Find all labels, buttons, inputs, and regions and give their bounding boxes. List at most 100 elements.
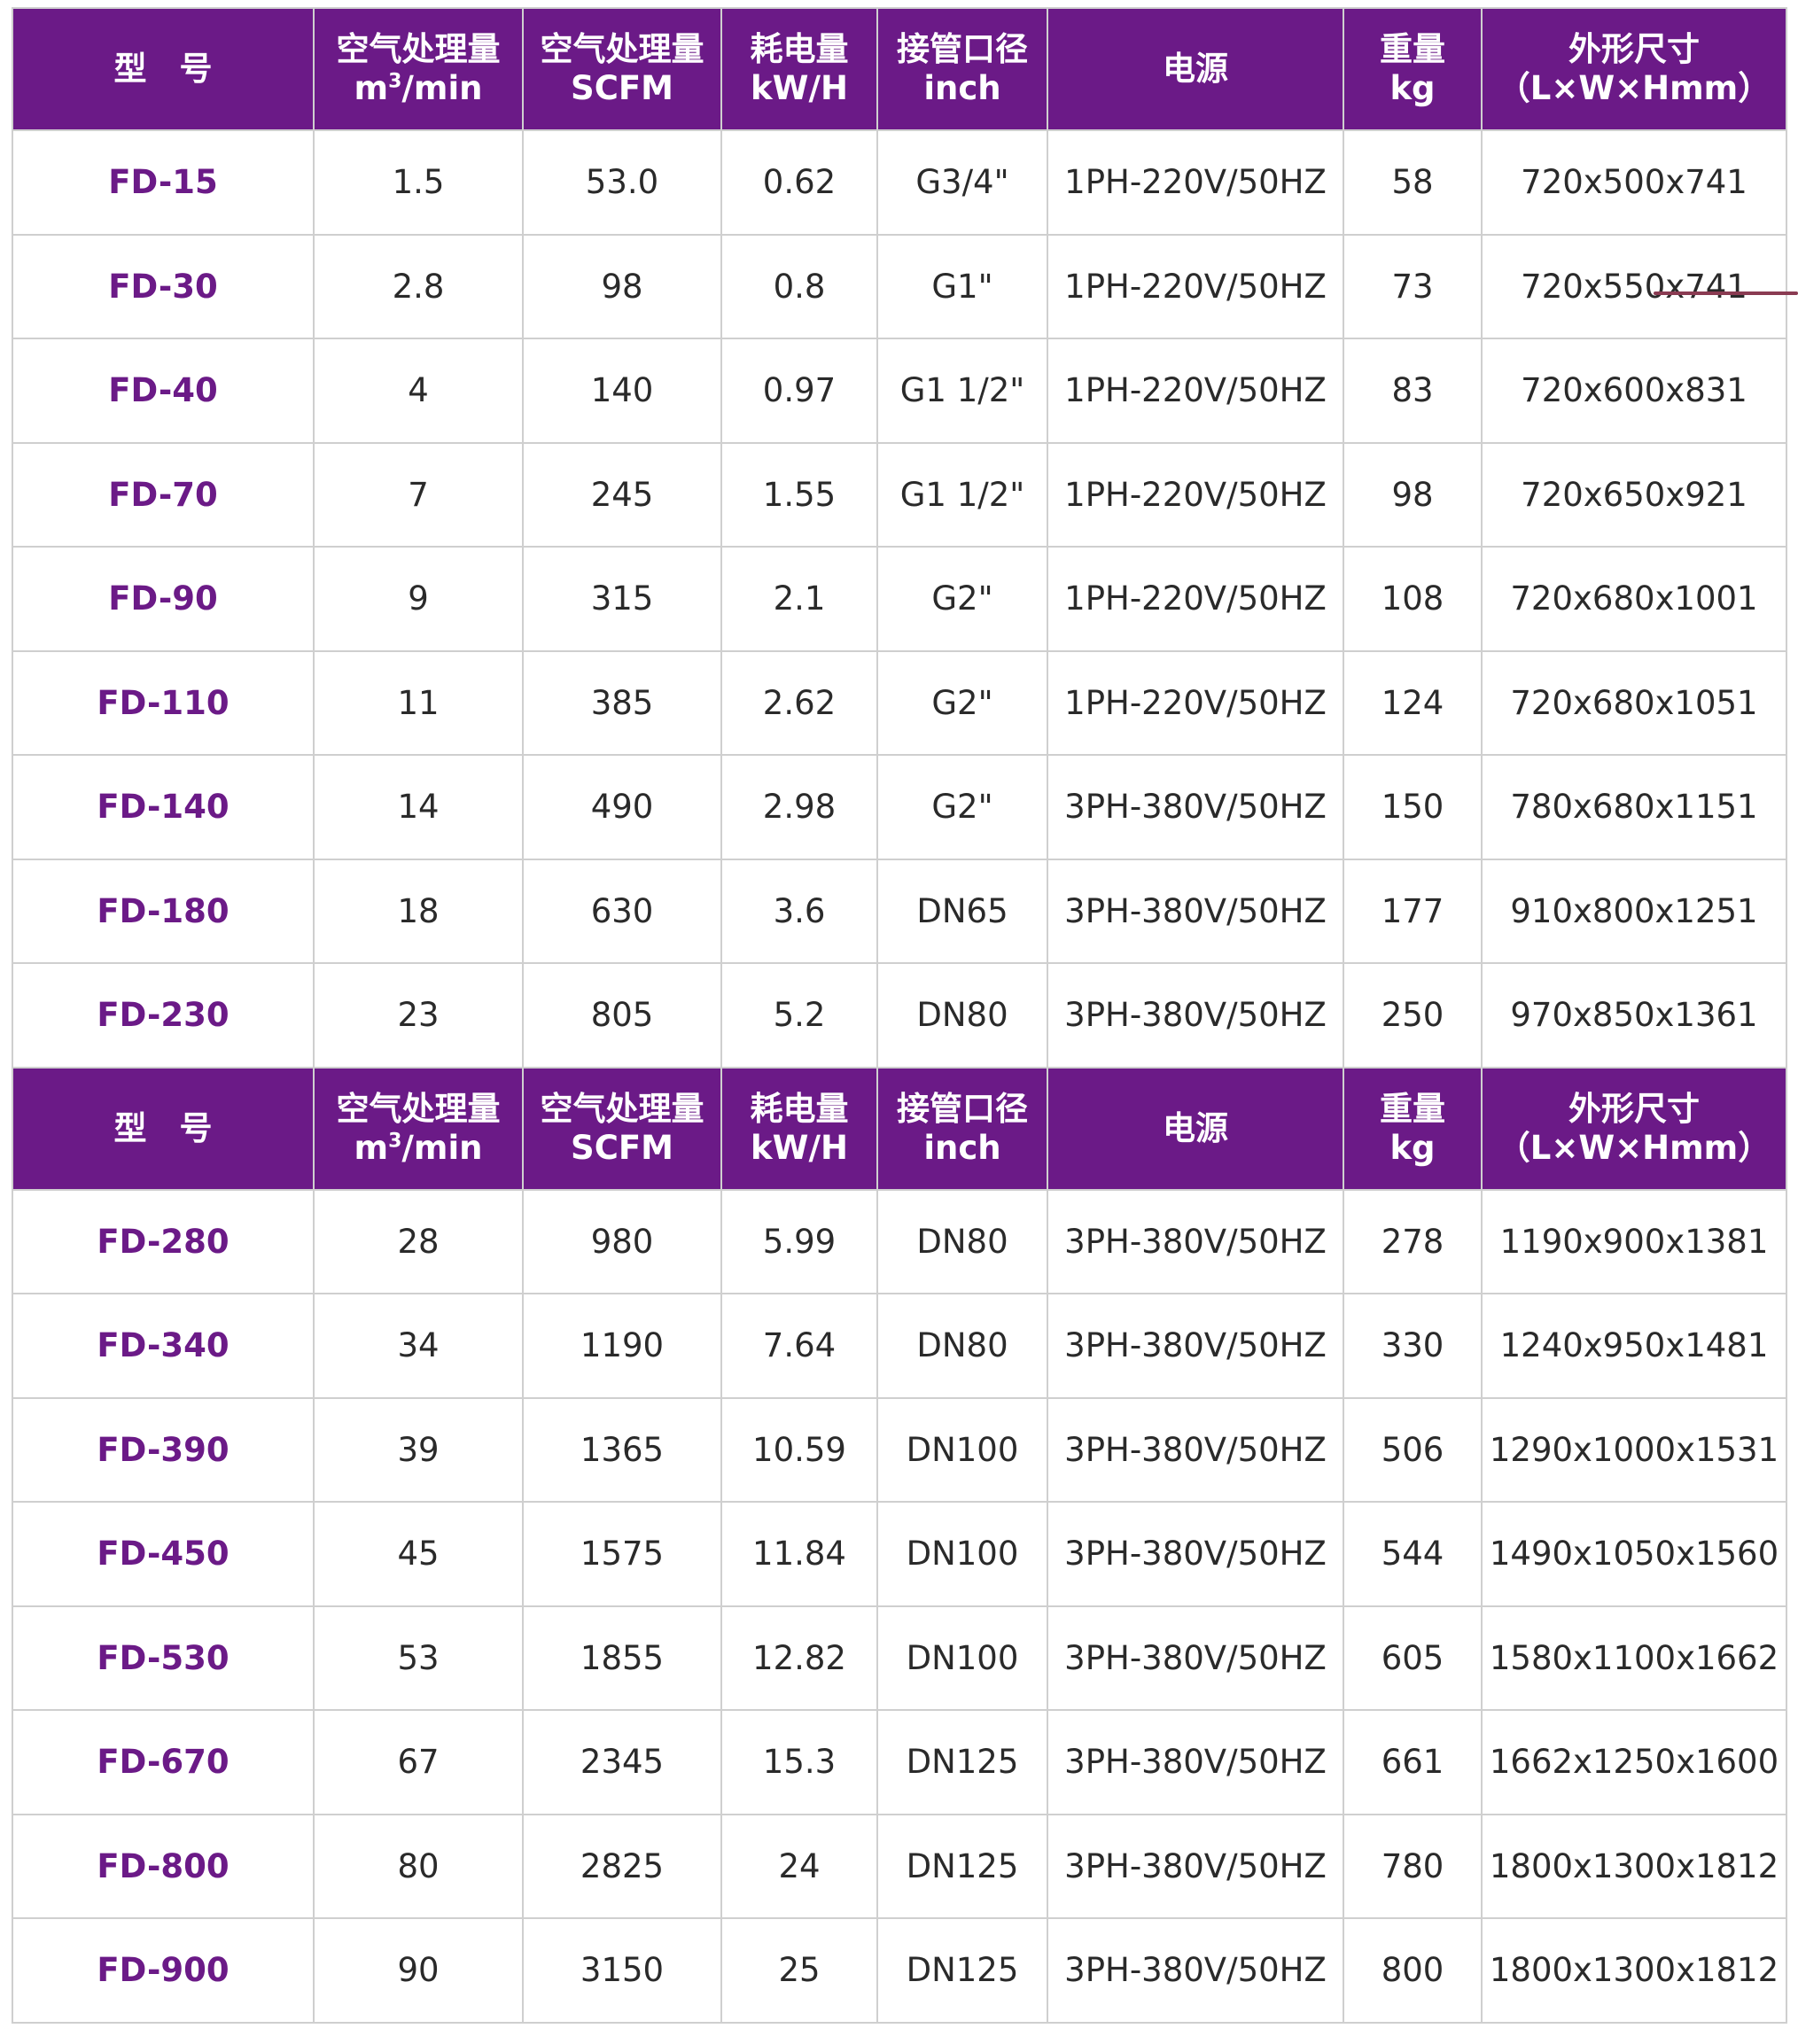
- cell-flow-scfm: 980: [522, 1188, 722, 1294]
- cell-flow-m3min: 7: [313, 441, 524, 548]
- cell-dimensions: 720x550x741: [1481, 233, 1787, 339]
- cell-flow-scfm: 1365: [522, 1396, 722, 1503]
- header-label: 型 号: [113, 50, 213, 88]
- cell-model: FD-530: [12, 1605, 315, 1711]
- cell-weight: 124: [1343, 649, 1483, 756]
- cell-model: FD-230: [12, 962, 315, 1069]
- cell-model: FD-90: [12, 546, 315, 652]
- header-label: 电源: [1163, 50, 1228, 88]
- cell-power: 15.3: [720, 1709, 878, 1815]
- table-row: FD-15 1.5 53.0 0.62 G3/4" 1PH-220V/50HZ 58 720x…: [12, 129, 1787, 236]
- cell-dimensions: 1490x1050x1560: [1481, 1501, 1787, 1607]
- cell-weight: 150: [1343, 754, 1483, 860]
- cell-power-supply: 3PH-380V/50HZ: [1047, 754, 1344, 860]
- cell-weight: 605: [1343, 1605, 1483, 1711]
- cell-dimensions: 1190x900x1381: [1481, 1188, 1787, 1294]
- cell-flow-m3min: 39: [313, 1396, 524, 1503]
- table-row: FD-900 90 3150 25 DN125 3PH-380V/50HZ 800 1800x…: [12, 1917, 1787, 2024]
- cell-weight: 780: [1343, 1813, 1483, 1919]
- cell-flow-scfm: 385: [522, 649, 722, 756]
- header-weight: 重量 kg: [1343, 7, 1483, 131]
- cell-pipe-size: DN100: [876, 1501, 1048, 1607]
- cell-model: FD-450: [12, 1501, 315, 1607]
- cell-dimensions: 1800x1300x1812: [1481, 1917, 1787, 2024]
- table-row: FD-90 9 315 2.1 G2" 1PH-220V/50HZ 108 720x680x1…: [12, 546, 1787, 652]
- cell-weight: 544: [1343, 1501, 1483, 1607]
- cell-flow-m3min: 18: [313, 858, 524, 964]
- header-model: 型 号: [12, 7, 315, 131]
- header-unit: m3/min: [354, 69, 483, 107]
- header-unit: inch: [923, 69, 1001, 107]
- header-label: 接管口径: [897, 30, 1028, 68]
- cell-power-supply: 1PH-220V/50HZ: [1047, 129, 1344, 236]
- header-flow-m3min: 空气处理量 m3/min: [313, 1066, 524, 1191]
- header-power-supply: 电源: [1047, 7, 1344, 131]
- table-row: FD-800 80 2825 24 DN125 3PH-380V/50HZ 780 1800x…: [12, 1813, 1787, 1919]
- cell-power-supply: 3PH-380V/50HZ: [1047, 1917, 1344, 2024]
- cell-power-supply: 3PH-380V/50HZ: [1047, 962, 1344, 1069]
- cell-pipe-size: DN125: [876, 1709, 1048, 1815]
- header-row-1: 型 号空气处理量 m3/min 空气处理量 SCFM 耗电量 kW/H 接管口径 inch 电源…: [12, 7, 1787, 131]
- cell-model: FD-70: [12, 441, 315, 548]
- cell-weight: 250: [1343, 962, 1483, 1069]
- header-row-2: 型 号空气处理量 m3/min 空气处理量 SCFM 耗电量 kW/H 接管口径 inch 电源…: [12, 1066, 1787, 1191]
- cell-pipe-size: DN80: [876, 1188, 1048, 1294]
- cell-power: 2.62: [720, 649, 878, 756]
- cell-pipe-size: G3/4": [876, 129, 1048, 236]
- cell-power-supply: 3PH-380V/50HZ: [1047, 858, 1344, 964]
- cell-model: FD-670: [12, 1709, 315, 1815]
- cell-power-supply: 1PH-220V/50HZ: [1047, 338, 1344, 444]
- header-label: 耗电量: [750, 1089, 849, 1128]
- table-row: FD-670 67 2345 15.3 DN125 3PH-380V/50HZ 661 166…: [12, 1709, 1787, 1815]
- header-label: 型 号: [113, 1108, 213, 1147]
- cell-flow-scfm: 98: [522, 233, 722, 339]
- cell-power: 7.64: [720, 1293, 878, 1399]
- cell-flow-m3min: 9: [313, 546, 524, 652]
- header-unit: SCFM: [571, 1128, 673, 1167]
- cell-model: FD-340: [12, 1293, 315, 1399]
- cell-flow-scfm: 490: [522, 754, 722, 860]
- cell-model: FD-390: [12, 1396, 315, 1503]
- cell-dimensions: 720x680x1001: [1481, 546, 1787, 652]
- header-label: 耗电量: [750, 30, 849, 68]
- cell-power: 10.59: [720, 1396, 878, 1503]
- cell-power: 0.62: [720, 129, 878, 236]
- cell-flow-m3min: 45: [313, 1501, 524, 1607]
- header-pipe-size: 接管口径 inch: [876, 1066, 1048, 1191]
- table-row: FD-180 18 630 3.6 DN65 3PH-380V/50HZ 177 910x80…: [12, 858, 1787, 964]
- cell-power: 3.6: [720, 858, 878, 964]
- cell-model: FD-110: [12, 649, 315, 756]
- cell-weight: 98: [1343, 441, 1483, 548]
- cell-power-supply: 3PH-380V/50HZ: [1047, 1501, 1344, 1607]
- cell-weight: 506: [1343, 1396, 1483, 1503]
- cell-flow-m3min: 1.5: [313, 129, 524, 236]
- cell-weight: 330: [1343, 1293, 1483, 1399]
- cell-flow-scfm: 245: [522, 441, 722, 548]
- cell-model: FD-180: [12, 858, 315, 964]
- cell-flow-scfm: 53.0: [522, 129, 722, 236]
- cell-flow-m3min: 34: [313, 1293, 524, 1399]
- cell-dimensions: 720x680x1051: [1481, 649, 1787, 756]
- table-row: FD-70 7 245 1.55 G1 1/2" 1PH-220V/50HZ 98 720x6…: [12, 441, 1787, 548]
- cell-power-supply: 1PH-220V/50HZ: [1047, 233, 1344, 339]
- cell-power-supply: 3PH-380V/50HZ: [1047, 1709, 1344, 1815]
- table-row: FD-40 4 140 0.97 G1 1/2" 1PH-220V/50HZ 83 720x6…: [12, 338, 1787, 444]
- cell-power-supply: 3PH-380V/50HZ: [1047, 1293, 1344, 1399]
- table-row: FD-230 23 805 5.2 DN80 3PH-380V/50HZ 250 970x85…: [12, 962, 1787, 1069]
- header-unit: kW/H: [751, 1128, 848, 1167]
- cell-power-supply: 1PH-220V/50HZ: [1047, 649, 1344, 756]
- cell-flow-m3min: 67: [313, 1709, 524, 1815]
- cell-weight: 108: [1343, 546, 1483, 652]
- cell-pipe-size: G2": [876, 546, 1048, 652]
- cell-flow-m3min: 53: [313, 1605, 524, 1711]
- cell-pipe-size: G1": [876, 233, 1048, 339]
- cell-pipe-size: G2": [876, 649, 1048, 756]
- header-label: 空气处理量: [540, 30, 704, 68]
- cell-pipe-size: DN80: [876, 1293, 1048, 1399]
- cell-model: FD-140: [12, 754, 315, 860]
- header-label: 外形尺寸: [1568, 30, 1700, 68]
- header-label: 接管口径: [897, 1089, 1028, 1128]
- table-row: FD-530 53 1855 12.82 DN100 3PH-380V/50HZ 605 15…: [12, 1605, 1787, 1711]
- cell-flow-scfm: 1855: [522, 1605, 722, 1711]
- cell-model: FD-280: [12, 1188, 315, 1294]
